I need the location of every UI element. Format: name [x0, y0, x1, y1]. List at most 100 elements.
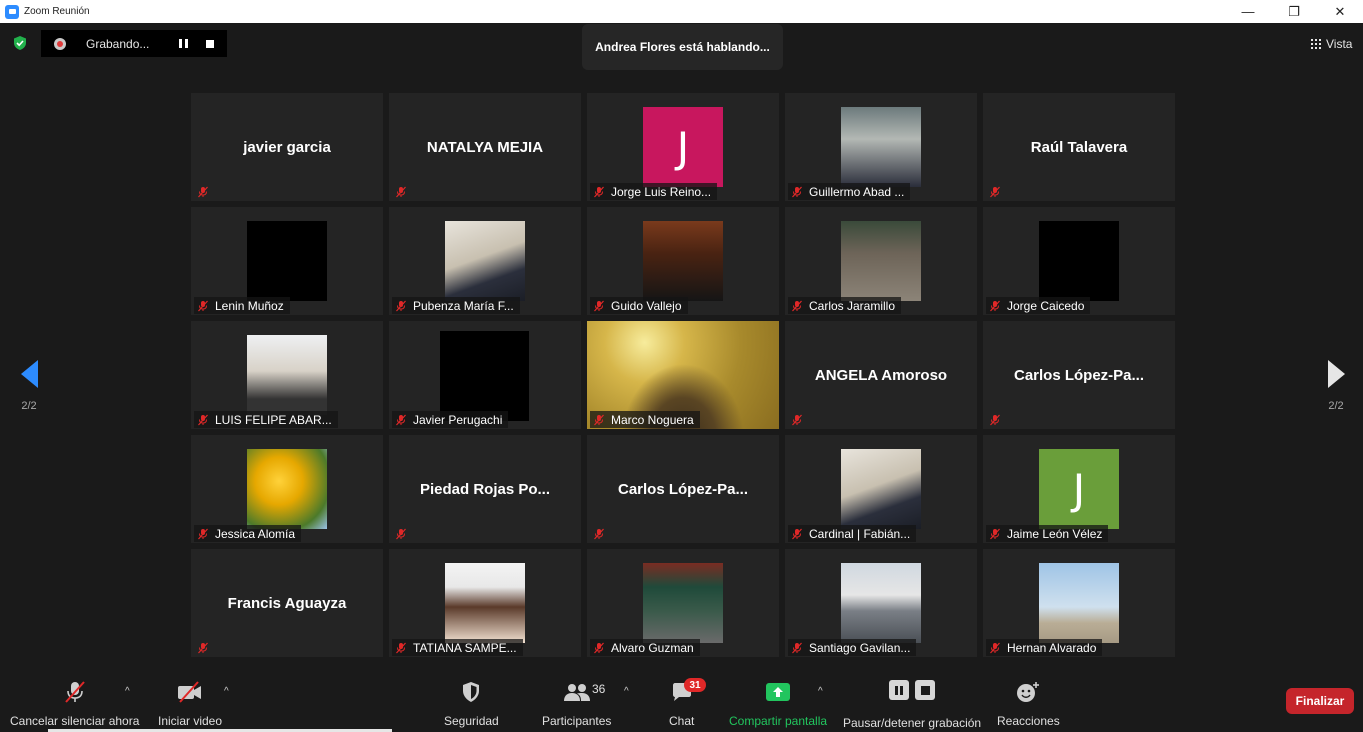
share-options-caret[interactable]: ^ [818, 686, 826, 697]
security-button[interactable]: Seguridad [444, 668, 499, 732]
participant-photo [1039, 563, 1119, 643]
reactions-button[interactable]: Reacciones [997, 668, 1060, 732]
participant-tile[interactable]: Carlos Jaramillo [785, 207, 977, 315]
recording-label: Grabando... [86, 36, 150, 51]
participant-tile[interactable]: Guido Vallejo [587, 207, 779, 315]
participant-label-text: Lenin Muñoz [215, 298, 284, 313]
avatar: J [643, 107, 723, 187]
next-page-button[interactable]: 2/2 [1311, 330, 1361, 420]
participant-tile[interactable]: NATALYA MEJIA [389, 93, 581, 201]
page-indicator: 2/2 [21, 400, 37, 412]
share-screen-label: Compartir pantalla [729, 714, 828, 728]
participant-tile[interactable]: Pubenza María F... [389, 207, 581, 315]
participant-tile[interactable]: Lenin Muñoz [191, 207, 383, 315]
shield-icon[interactable] [12, 35, 28, 51]
participant-tile[interactable]: Marco Noguera [587, 321, 779, 429]
participant-photo [841, 221, 921, 301]
muted-microphone-icon [198, 300, 208, 311]
participants-options-caret[interactable]: ^ [624, 686, 632, 697]
muted-microphone-icon [198, 642, 208, 653]
participant-tile[interactable]: LUIS FELIPE ABAR... [191, 321, 383, 429]
participant-label: Jessica Alomía [194, 525, 302, 542]
muted-microphone-icon [594, 186, 604, 197]
end-meeting-button[interactable]: Finalizar [1286, 688, 1354, 714]
stop-recording-icon[interactable] [206, 39, 214, 48]
participant-tile[interactable]: Javier Perugachi [389, 321, 581, 429]
participants-icon [563, 684, 590, 701]
muted-microphone-icon [792, 414, 802, 425]
participant-label [590, 525, 617, 542]
start-video-button[interactable]: Iniciar video [158, 668, 222, 732]
meeting-toolbar: Cancelar silenciar ahora ^ Iniciar video… [0, 668, 1363, 732]
muted-microphone-icon [990, 300, 1000, 311]
participant-label [194, 183, 221, 200]
participant-label-text: Jaime León Vélez [1007, 526, 1103, 541]
participant-label-text: Carlos Jaramillo [809, 298, 896, 313]
participant-label: Lenin Muñoz [194, 297, 290, 314]
participant-tile[interactable]: Santiago Gavilan... [785, 549, 977, 657]
participant-tile[interactable]: Raúl Talavera [983, 93, 1175, 201]
participant-label: Guillermo Abad ... [788, 183, 911, 200]
reactions-label: Reacciones [997, 714, 1060, 728]
restore-button[interactable]: ❐ [1271, 0, 1317, 23]
participant-tile[interactable]: Alvaro Guzman [587, 549, 779, 657]
participant-label: Cardinal | Fabián... [788, 525, 917, 542]
participant-tile[interactable]: Jorge Caicedo [983, 207, 1175, 315]
muted-microphone-icon [198, 528, 208, 539]
close-button[interactable]: ✕ [1317, 0, 1363, 23]
participant-label-text: Santiago Gavilan... [809, 640, 911, 655]
muted-microphone-icon [792, 186, 802, 197]
title-bar: Zoom Reunión — ❐ ✕ [0, 0, 1363, 23]
view-button[interactable]: Vista [1305, 30, 1359, 57]
muted-microphone-icon [396, 414, 406, 425]
participant-tile[interactable]: ANGELA Amoroso [785, 321, 977, 429]
participant-tile[interactable]: Guillermo Abad ... [785, 93, 977, 201]
participant-photo [445, 221, 525, 301]
muted-microphone-icon [594, 528, 604, 539]
share-screen-icon [766, 683, 791, 701]
participant-label-text: Hernan Alvarado [1007, 640, 1097, 655]
reactions-icon [1017, 682, 1040, 702]
minimize-button[interactable]: — [1225, 0, 1271, 23]
participant-label-text: Marco Noguera [611, 412, 694, 427]
participant-tile[interactable]: Carlos López-Pa... [983, 321, 1175, 429]
participant-label-text: Cardinal | Fabián... [809, 526, 911, 541]
participant-tile[interactable]: TATIANA SAMPE... [389, 549, 581, 657]
participant-photo [247, 221, 327, 301]
participant-label-text: Guillermo Abad ... [809, 184, 905, 199]
participant-tile[interactable]: Carlos López-Pa... [587, 435, 779, 543]
previous-page-button[interactable]: 2/2 [4, 330, 54, 420]
participant-tile[interactable]: Piedad Rojas Po... [389, 435, 581, 543]
pause-recording-icon[interactable] [179, 39, 188, 48]
participant-tile[interactable]: javier garcia [191, 93, 383, 201]
muted-microphone-icon [594, 414, 604, 425]
participant-tile[interactable]: J Jorge Luis Reino... [587, 93, 779, 201]
audio-options-caret[interactable]: ^ [125, 686, 133, 697]
stop-icon [915, 680, 936, 700]
participant-label: Hernan Alvarado [986, 639, 1103, 656]
participant-tile[interactable]: Francis Aguayza [191, 549, 383, 657]
participant-tile[interactable]: Hernan Alvarado [983, 549, 1175, 657]
participant-label [194, 639, 221, 656]
participant-tile[interactable]: Jessica Alomía [191, 435, 383, 543]
zoom-app-icon [5, 4, 19, 19]
participant-label: Carlos Jaramillo [788, 297, 902, 314]
share-screen-button[interactable]: Compartir pantalla [729, 668, 827, 732]
pause-stop-recording-label: Pausar/detener grabación [843, 716, 982, 730]
participant-photo [247, 449, 327, 529]
pause-stop-recording-button[interactable]: Pausar/detener grabación [843, 668, 981, 732]
unmute-button[interactable]: Cancelar silenciar ahora [10, 668, 139, 732]
participants-button[interactable]: Participantes [542, 668, 611, 732]
muted-microphone-icon [990, 528, 1000, 539]
participant-photo [440, 331, 529, 421]
participant-tile[interactable]: J Jaime León Vélez [983, 435, 1175, 543]
start-video-label: Iniciar video [158, 714, 223, 728]
participant-tile[interactable]: Cardinal | Fabián... [785, 435, 977, 543]
participants-count: 36 [592, 682, 606, 696]
video-options-caret[interactable]: ^ [224, 686, 232, 697]
participant-label: Jaime León Vélez [986, 525, 1109, 542]
participant-label-text: Javier Perugachi [413, 412, 503, 427]
muted-microphone-icon [198, 414, 208, 425]
window-title: Zoom Reunión [24, 6, 90, 17]
muted-microphone-icon [990, 642, 1000, 653]
